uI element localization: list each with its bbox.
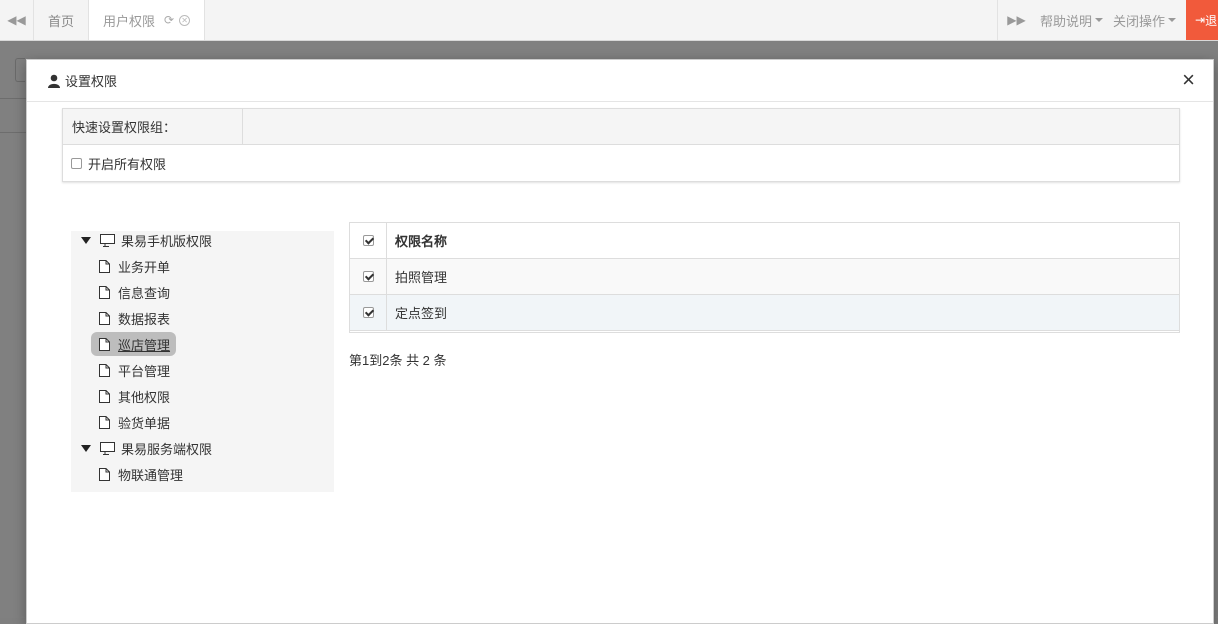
modal-header: 设置权限 ×: [27, 60, 1213, 102]
quick-group-row: 快速设置权限组：: [63, 109, 1179, 145]
refresh-icon[interactable]: ⟳: [164, 13, 174, 27]
underlying-control: [15, 58, 25, 82]
expand-toggle-icon[interactable]: [81, 444, 91, 452]
tree-item[interactable]: 信息查询: [71, 280, 170, 304]
tree-item-label: 巡店管理: [118, 337, 171, 353]
tab-bar: ◀◀ 首页 用户权限 ⟳ ✕ ▶▶ 帮助说明 关闭操作 ⇥ 退: [0, 0, 1218, 41]
tab-user-permission[interactable]: 用户权限 ⟳ ✕: [89, 0, 206, 40]
file-icon: [99, 415, 110, 429]
modal-title: 设置权限: [65, 74, 118, 89]
close-tab-icon[interactable]: ✕: [179, 14, 191, 26]
permission-name: 定点签到: [395, 306, 448, 321]
help-menu-button[interactable]: 帮助说明: [1035, 0, 1108, 40]
help-menu-label: 帮助说明: [1039, 13, 1092, 29]
enable-all-checkbox[interactable]: [71, 157, 82, 169]
double-right-arrow-icon: ▶▶: [1007, 13, 1026, 27]
pagination-info: 第1到2条 共 2 条: [349, 353, 447, 368]
tree-group-label: 果易服务端权限: [121, 441, 213, 457]
tab-home[interactable]: 首页: [34, 0, 90, 40]
quick-group-value[interactable]: [243, 109, 1179, 144]
column-header-name: 权限名称: [395, 234, 448, 249]
close-ops-label: 关闭操作: [1112, 13, 1165, 29]
tree-item[interactable]: 其他权限: [71, 384, 170, 408]
tree-item-label: 平台管理: [118, 363, 171, 379]
file-icon: [99, 363, 110, 377]
file-icon: [99, 285, 110, 299]
exit-icon: ⇥: [1195, 13, 1206, 27]
caret-down-icon: [1094, 18, 1103, 22]
tree-item[interactable]: 业务开单: [71, 254, 170, 278]
file-icon: [99, 337, 110, 351]
tree-item-selected[interactable]: 巡店管理: [91, 332, 177, 356]
tree-item[interactable]: 数据报表: [71, 306, 170, 330]
quick-group-label: 快速设置权限组：: [63, 109, 243, 144]
table-header-row: 权限名称: [350, 223, 1179, 259]
close-icon[interactable]: ×: [1182, 69, 1195, 91]
tree-item-label: 业务开单: [118, 259, 171, 275]
tree-group-label: 果易手机版权限: [121, 233, 213, 249]
underlying-divider: [0, 132, 26, 133]
row-checkbox[interactable]: [362, 307, 374, 318]
tree-item-label: 数据报表: [118, 311, 171, 327]
quick-settings-panel: 快速设置权限组： 开启所有权限: [62, 108, 1180, 182]
tree-item[interactable]: 平台管理: [71, 358, 170, 382]
scroll-right-button[interactable]: ▶▶: [996, 0, 1035, 40]
close-ops-menu-button[interactable]: 关闭操作: [1108, 0, 1181, 40]
permission-tree: 果易手机版权限 业务开单信息查询数据报表巡店管理平台管理其他权限验货单据果易服务端…: [71, 231, 334, 492]
user-icon: [48, 74, 60, 88]
file-icon: [99, 389, 110, 403]
expand-toggle-icon[interactable]: [81, 236, 91, 244]
enable-all-label: 开启所有权限: [88, 156, 167, 172]
file-icon: [99, 311, 110, 325]
tree-item-label: 物联通管理: [118, 467, 184, 483]
file-icon: [99, 259, 110, 273]
permission-modal: 设置权限 × 快速设置权限组： 开启所有权限 果易手机版权限 业务开单信息查询数据…: [26, 59, 1214, 624]
tree-item[interactable]: 物联通管理: [71, 462, 183, 486]
permission-name: 拍照管理: [395, 270, 448, 285]
scroll-left-button[interactable]: ◀◀: [0, 0, 34, 40]
tree-item-label: 其他权限: [118, 389, 171, 405]
caret-down-icon: [1168, 18, 1176, 22]
table-row[interactable]: 定点签到: [350, 295, 1179, 331]
exit-label: 退: [1205, 13, 1218, 28]
tree-item-label: 验货单据: [118, 415, 171, 431]
enable-all-row[interactable]: 开启所有权限: [63, 145, 1179, 181]
monitor-icon: [100, 233, 115, 247]
tab-label: 用户权限: [103, 13, 156, 29]
table-row[interactable]: 拍照管理: [350, 259, 1179, 295]
permission-table: 权限名称 拍照管理 定点签到: [349, 222, 1180, 333]
monitor-icon: [100, 441, 115, 455]
row-checkbox[interactable]: [362, 271, 374, 282]
tree-group-node[interactable]: 果易手机版权限: [71, 228, 212, 252]
underlying-divider: [0, 98, 26, 99]
double-left-arrow-icon: ◀◀: [7, 13, 26, 27]
tree-item-label: 信息查询: [118, 285, 171, 301]
select-all-checkbox[interactable]: [362, 235, 374, 246]
tab-label: 首页: [48, 13, 75, 29]
file-icon: [99, 467, 110, 481]
tree-item[interactable]: 验货单据: [71, 410, 170, 434]
exit-button[interactable]: ⇥ 退: [1186, 0, 1218, 40]
tree-group-node[interactable]: 果易服务端权限: [71, 436, 212, 460]
